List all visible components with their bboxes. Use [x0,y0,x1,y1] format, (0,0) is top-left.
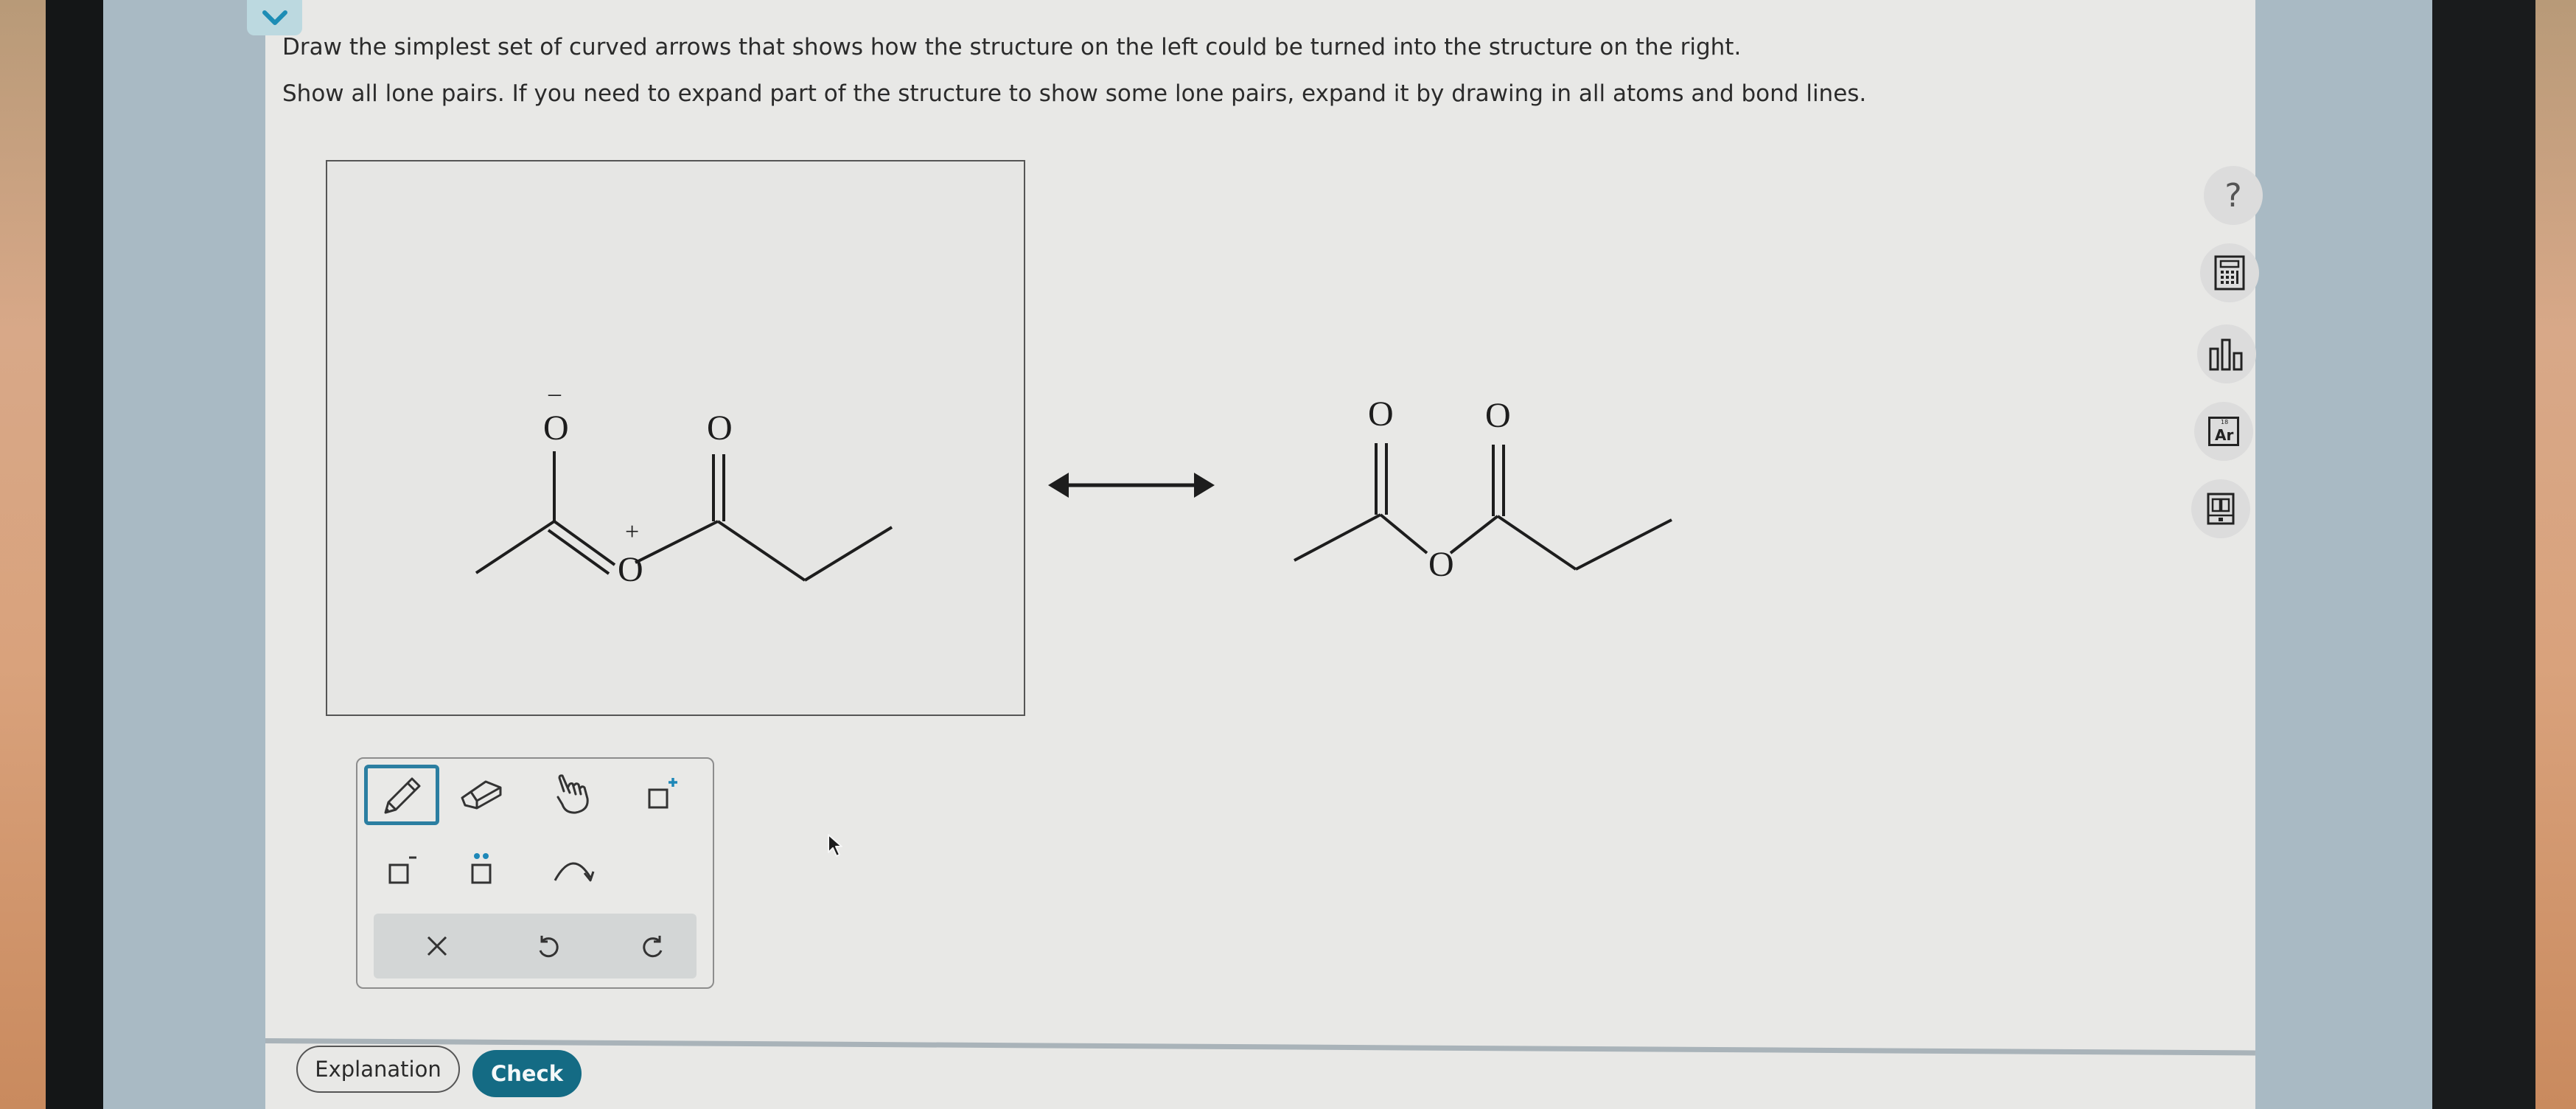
bond [547,529,610,575]
lone-pair-icon [471,853,492,884]
periodic-table-icon: 18 Ar [2208,417,2239,446]
bond [553,520,616,566]
bar-chart-icon [2209,338,2243,371]
bond [635,520,719,564]
reactant-bonds [475,451,893,582]
calculator-button[interactable] [2200,243,2259,302]
book-icon [2207,493,2235,525]
ebook-button[interactable] [2191,479,2250,538]
bond [1294,513,1381,562]
mouse-cursor-icon [828,834,842,857]
undo-icon [539,936,559,958]
resonance-arrow-icon [1048,473,1215,498]
curved-arrow-tool-button[interactable] [537,840,611,899]
positive-charge-icon [648,778,677,809]
atom-oxygen-negative: O [543,409,569,448]
atom-oxygen-ester: O [1428,545,1454,584]
drawing-toolbar [356,757,714,989]
clear-button[interactable] [400,917,474,976]
element-number: 18 [2221,419,2229,425]
element-symbol: Ar [2215,426,2234,444]
atom-oxygen-carbonyl-left: O [1368,394,1394,434]
collapse-toggle-button[interactable] [247,0,302,35]
pencil-tool-button[interactable] [364,765,439,825]
instruction-line-1: Draw the simplest set of curved arrows t… [282,34,1742,60]
instructions: Draw the simplest set of curved arrows t… [282,32,2051,108]
negative-charge-icon [388,856,416,884]
redo-button[interactable] [617,917,691,976]
bond [803,526,893,582]
bond [716,520,806,582]
curved-arrow-icon [554,862,595,882]
data-button[interactable] [2197,324,2256,383]
product-bonds [1294,443,1672,571]
device-bezel-right [2432,0,2535,1109]
charge-negative: – [548,380,561,407]
atom-oxygen-carbonyl: O [707,409,733,448]
add-positive-charge-button[interactable] [626,765,699,824]
eraser-tool-button[interactable] [444,765,518,824]
product-structure: O O O [1282,376,1754,597]
chevron-down-icon [262,10,287,25]
bond [1496,515,1577,571]
instruction-line-2: Show all lone pairs. If you need to expa… [282,80,1867,107]
bond [475,520,556,574]
help-button[interactable]: ? [2204,166,2263,225]
redo-icon [643,936,663,958]
help-icon: ? [2224,176,2242,215]
drawing-canvas[interactable]: O – O O + [326,160,1025,716]
bond [1575,518,1672,571]
bond [1449,515,1499,554]
add-lone-pair-button[interactable] [444,840,518,899]
atom-oxygen-positive: O [618,550,643,589]
calculator-icon [2214,255,2245,291]
check-button[interactable]: Check [472,1050,582,1097]
move-tool-button[interactable] [537,765,611,824]
charge-positive: + [625,518,640,546]
hand-icon [556,774,589,814]
bond [1379,513,1428,554]
add-negative-charge-button[interactable] [365,840,439,899]
pencil-icon [384,777,421,814]
periodic-table-button[interactable]: 18 Ar [2194,402,2253,461]
explanation-button[interactable]: Explanation [296,1046,460,1093]
action-bar [374,914,697,978]
undo-button[interactable] [511,917,584,976]
eraser-icon [461,780,502,810]
close-icon [427,936,447,956]
atom-oxygen-carbonyl-right: O [1485,396,1511,435]
